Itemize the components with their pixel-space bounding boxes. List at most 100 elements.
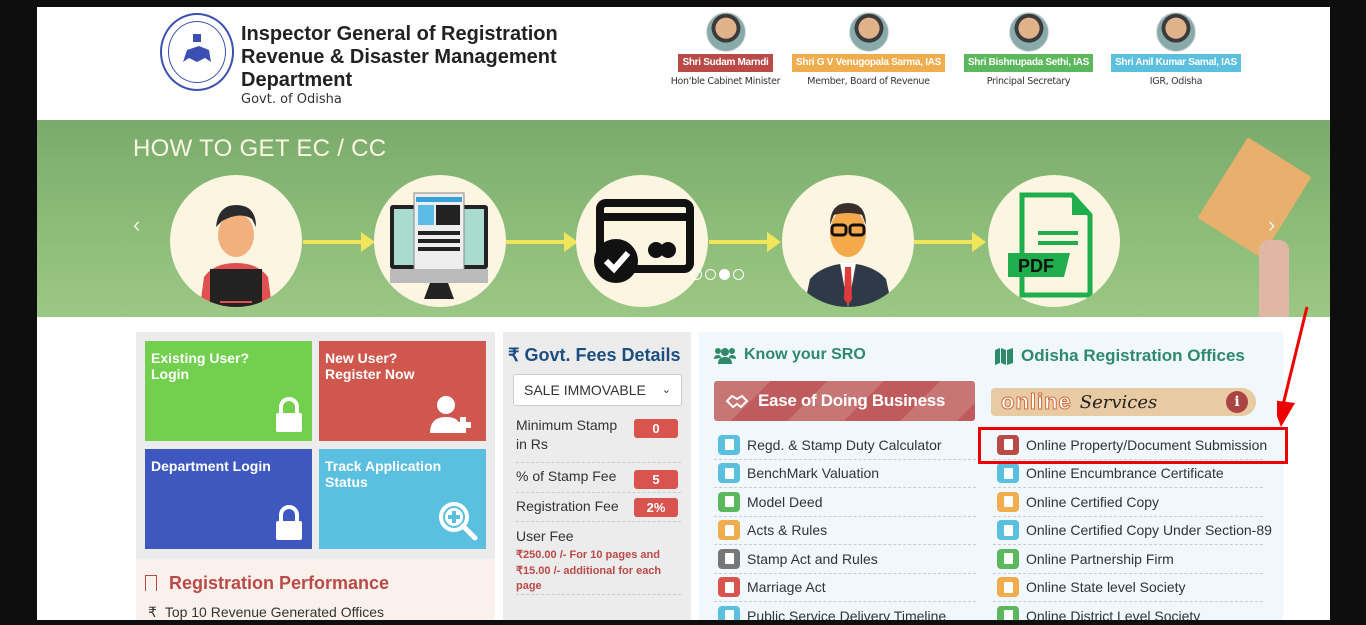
ease-of-doing-business-banner[interactable]: Ease of Doing Business [714, 381, 975, 421]
carousel-dot[interactable] [691, 269, 702, 280]
existing-user-login-tile[interactable]: Existing User? Login [145, 341, 312, 441]
online-logo-text: online [1001, 389, 1072, 415]
hand-illustration [1259, 240, 1289, 317]
official-photo [1156, 12, 1196, 52]
bookmark-icon [145, 575, 157, 591]
fee-row-stamp-fee: % of Stamp Fee 5 [516, 463, 681, 493]
calculator-icon [718, 434, 740, 455]
list-item-acts-rules[interactable]: Acts & Rules [714, 517, 976, 545]
odisha-emblem-logo[interactable] [160, 13, 234, 91]
list-item-online-certified-copy-sec89[interactable]: Online Certified Copy Under Section-89 [993, 517, 1272, 545]
envelope-illustration [1197, 137, 1312, 258]
online-services-banner[interactable]: online Services i [991, 388, 1256, 416]
official-photo [848, 12, 889, 52]
department-login-tile[interactable]: Department Login [145, 449, 312, 549]
site-subtitle: Govt. of Odisha [241, 92, 342, 107]
official-name: Shri Bishnupada Sethi, IAS [963, 54, 1094, 72]
online-services-list: Online Property/Document Submission Onli… [993, 431, 1272, 620]
book-icon [718, 577, 740, 598]
list-item-online-certified-copy[interactable]: Online Certified Copy [993, 488, 1263, 517]
fee-value-badge: 2% [634, 498, 678, 517]
list-item-stamp-duty-calculator[interactable]: Regd. & Stamp Duty Calculator [714, 431, 976, 460]
official-card: Shri Bishnupada Sethi, IAS Principal Sec… [956, 12, 1101, 87]
services-panel: Know your SRO Odisha Registration Office… [699, 332, 1283, 620]
fee-value-badge: 0 [634, 419, 678, 438]
official-card: Shri Sudam Marndi Hon'ble Cabinet Minist… [670, 12, 781, 87]
document-icon [997, 520, 1019, 541]
official-photo [1008, 12, 1049, 52]
step-officer-illustration [782, 175, 914, 307]
officials-strip: Shri Sudam Marndi Hon'ble Cabinet Minist… [670, 12, 1251, 87]
lock-icon [276, 505, 302, 540]
list-item-marriage-act[interactable]: Marriage Act [714, 574, 976, 602]
list-item-online-district-society[interactable]: Online District Level Society [993, 602, 1263, 620]
sro-links-list: Regd. & Stamp Duty Calculator BenchMark … [714, 431, 976, 620]
search-plus-icon [439, 502, 478, 541]
list-item-stamp-act-rules[interactable]: Stamp Act and Rules [714, 545, 976, 574]
page: Inspector General of Registration Revenu… [37, 7, 1330, 620]
know-your-sro-link[interactable]: Know your SRO [714, 346, 866, 364]
banner-carousel: HOW TO GET EC / CC PDF ‹ › [37, 120, 1330, 317]
users-icon [714, 348, 736, 364]
user-plus-icon [430, 396, 471, 433]
document-icon [997, 605, 1019, 620]
document-icon [997, 577, 1019, 598]
banner-title: HOW TO GET EC / CC [133, 135, 387, 162]
lock-icon [276, 397, 302, 432]
user-fee-note: ₹250.00 /- For 10 pages and ₹15.00 /- ad… [516, 549, 662, 592]
carousel-prev-button[interactable]: ‹ [133, 212, 140, 238]
chevron-down-icon: ⌄ [661, 384, 671, 396]
step-payment-illustration [576, 175, 708, 307]
list-item-online-state-society[interactable]: Online State level Society [993, 574, 1263, 602]
carousel-indicators [691, 269, 744, 280]
book-icon [718, 548, 740, 569]
calculator-icon [718, 463, 740, 484]
info-icon[interactable]: i [1226, 391, 1248, 413]
step-arrow [914, 232, 986, 252]
official-name: Shri G V Venugopala Sarma, IAS [792, 54, 945, 72]
list-item-public-service-timeline[interactable]: Public Service Delivery Timeline [714, 602, 976, 620]
carousel-dot[interactable] [705, 269, 716, 280]
list-item-benchmark-valuation[interactable]: BenchMark Valuation [714, 460, 976, 488]
document-icon [997, 434, 1019, 455]
site-title: Inspector General of Registration Revenu… [241, 23, 558, 91]
fee-row-user-fee: User Fee ₹250.00 /- For 10 pages and ₹15… [516, 522, 681, 595]
registration-performance-section: Registration Performance ₹ Top 10 Revenu… [136, 559, 495, 620]
document-icon [997, 491, 1019, 512]
odisha-registration-offices-link[interactable]: Odisha Registration Offices [995, 346, 1245, 366]
fee-row-minimum-stamp: Minimum Stamp in Rs 0 [516, 416, 681, 463]
step-pdf-illustration: PDF [988, 175, 1120, 307]
list-item-online-encumbrance-certificate[interactable]: Online Encumbrance Certificate [993, 460, 1263, 488]
annotation-arrow-icon [1277, 306, 1309, 427]
list-item-online-partnership-firm[interactable]: Online Partnership Firm [993, 545, 1263, 574]
document-icon [997, 463, 1019, 484]
hourglass-icon [718, 605, 740, 620]
list-item-online-property-submission[interactable]: Online Property/Document Submission [993, 431, 1267, 460]
lion-emblem-icon [183, 34, 211, 62]
top-revenue-offices-link[interactable]: ₹ Top 10 Revenue Generated Offices [148, 604, 384, 620]
deed-type-select[interactable]: SALE IMMOVABLE ⌄ [513, 374, 682, 406]
official-role: IGR, Odisha [1149, 76, 1203, 87]
new-user-register-tile[interactable]: New User? Register Now [319, 341, 486, 441]
carousel-dot[interactable] [733, 269, 744, 280]
map-icon [995, 347, 1013, 365]
document-icon [718, 491, 740, 512]
registration-performance-title: Registration Performance [169, 573, 390, 593]
carousel-dot-active[interactable] [719, 269, 730, 280]
official-card: Shri Anil Kumar Samal, IAS IGR, Odisha [1101, 12, 1251, 87]
official-photo [705, 12, 746, 52]
handshake-icon [726, 394, 748, 408]
book-icon [718, 520, 740, 541]
quick-access-panel: Existing User? Login New User? Register … [136, 332, 495, 620]
official-role: Principal Secretary [986, 76, 1071, 87]
step-user-laptop-illustration [170, 175, 302, 307]
fees-title: ₹ Govt. Fees Details [508, 345, 681, 365]
official-role: Hon'ble Cabinet Minister [670, 76, 781, 87]
govt-fees-panel: ₹ Govt. Fees Details SALE IMMOVABLE ⌄ Mi… [503, 332, 691, 620]
step-arrow [303, 232, 375, 252]
carousel-next-button[interactable]: › [1268, 212, 1275, 238]
step-arrow [506, 232, 578, 252]
fee-row-registration-fee: Registration Fee 2% [516, 493, 681, 522]
list-item-model-deed[interactable]: Model Deed [714, 488, 976, 517]
track-application-status-tile[interactable]: Track Application Status [319, 449, 486, 549]
